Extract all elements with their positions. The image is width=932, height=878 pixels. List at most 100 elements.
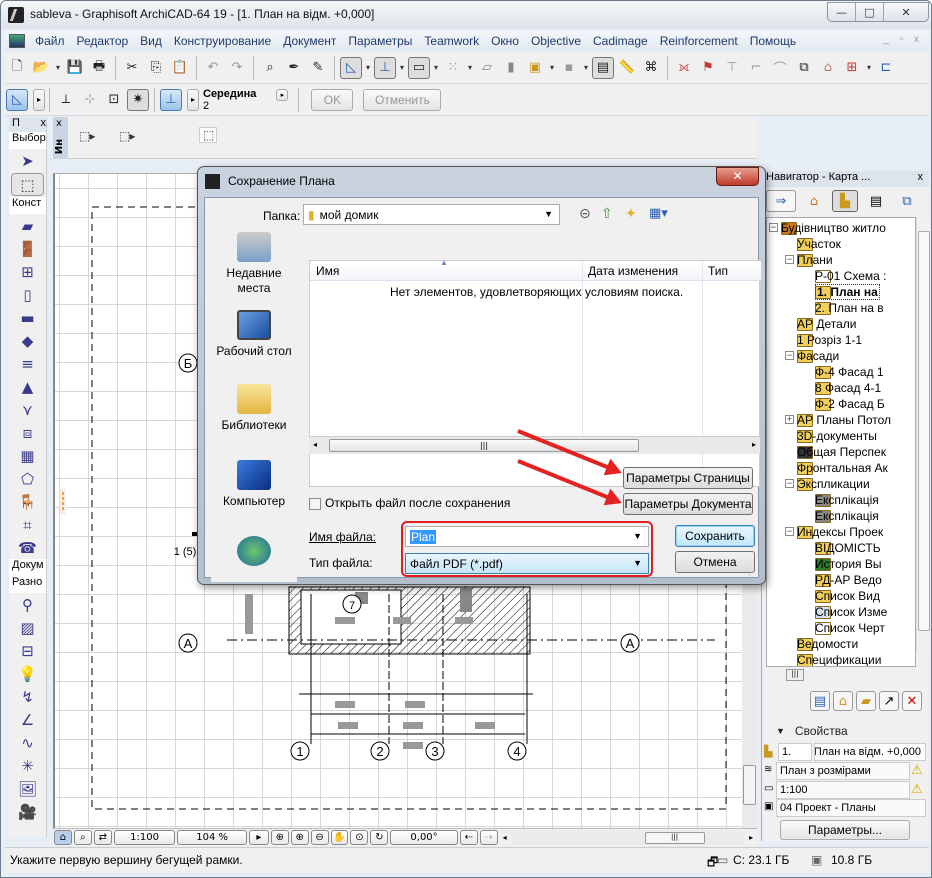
zone-tool-icon[interactable]: ⌗ [9, 513, 46, 536]
minimize-button[interactable]: — [828, 3, 856, 21]
canvas-horizontal-scrollbar[interactable]: ||| [510, 830, 746, 845]
column-tool-icon[interactable]: ▯ [9, 283, 46, 306]
camera-tool-icon[interactable]: 🎥 [9, 800, 46, 823]
corner-window-tool-icon[interactable]: ⊟ [9, 639, 46, 662]
layers-icon[interactable]: ▣ [524, 57, 546, 79]
column-name[interactable]: Имя [316, 264, 339, 278]
column-date-modified[interactable]: Дата изменения [588, 264, 678, 278]
menu-teamwork[interactable]: Teamwork [418, 34, 485, 48]
layer-combination-field[interactable]: План з розмірами [776, 762, 910, 780]
marquee-shape-icon[interactable]: ⬚ [199, 127, 218, 143]
tree-item[interactable]: Ф-4 Фасад 1 [815, 364, 884, 380]
roof-tool-icon[interactable]: ▲ [9, 375, 46, 398]
expand-icon[interactable]: + [785, 415, 794, 424]
snap-flyout-button[interactable]: ▸ [187, 88, 199, 111]
ok-button[interactable]: OK [311, 88, 354, 111]
angle-field[interactable]: 0,00° [390, 830, 458, 845]
scale-field[interactable]: 1:100 [113, 830, 176, 845]
tree-hscroll-thumb[interactable]: ||| [786, 669, 804, 681]
snap-dropdown-icon[interactable]: ▾ [397, 63, 407, 72]
grid-dots-icon[interactable]: ⁙ [442, 57, 464, 79]
navigator-close-button[interactable]: x [918, 171, 924, 187]
collapse-icon[interactable]: − [785, 255, 794, 264]
zoom-out-icon[interactable]: ⊖ [310, 830, 329, 845]
magic-wand-icon[interactable]: ✷ [127, 88, 149, 111]
tree-item[interactable]: РД-АР Ведо [815, 572, 882, 588]
snap-points-icon[interactable]: ⊥ [374, 56, 396, 79]
file-list-scroll-thumb[interactable]: ||| [329, 439, 639, 452]
folder-combo[interactable]: ▮ мой домик ▼ [303, 204, 560, 225]
up-folder-icon[interactable]: ⇧ [601, 206, 613, 222]
morph-tool-icon[interactable]: ⬠ [9, 467, 46, 490]
open-view-icon[interactable]: ↗ [879, 691, 899, 711]
tree-item[interactable]: ВІДОМІСТЬ [815, 540, 881, 556]
grid-dots-dropdown-icon[interactable]: ▾ [465, 63, 475, 72]
undo-icon[interactable]: ↶ [202, 57, 224, 79]
tree-item[interactable]: Фронтальная Ак [797, 460, 888, 476]
figure-tool-icon[interactable]: 🖼 [9, 777, 46, 800]
navigator-publish-icon[interactable]: ⇒ [766, 190, 796, 212]
tree-horizontal-scrollbar[interactable]: ||| [766, 667, 916, 683]
place-recent[interactable]: Недавние места [211, 232, 297, 296]
project-map-icon[interactable]: ⌂ [801, 190, 827, 212]
window-tool-icon[interactable]: ⊞ [9, 260, 46, 283]
pick-up-eyedropper-icon[interactable]: ✒ [283, 57, 305, 79]
open-dropdown-icon[interactable]: ▾ [53, 63, 63, 72]
menu-edit[interactable]: Редактор [71, 34, 135, 48]
marquee-single-icon[interactable]: ⬚▸ [79, 129, 95, 143]
element-icon[interactable]: ▪ [558, 57, 580, 79]
tree-item[interactable]: Индексы Проек [797, 524, 883, 540]
infobox-close-button[interactable]: x [56, 118, 62, 129]
document-setup-button[interactable]: Параметры Документа [623, 493, 753, 515]
hscroll-right-arrow[interactable]: ▸ [745, 833, 757, 842]
new-view-icon[interactable]: ⌂ [833, 691, 853, 711]
view-settings-icon[interactable]: ▤ [810, 691, 830, 711]
grid-dropdown-icon[interactable]: ▾ [431, 63, 441, 72]
lamp-light-tool-icon[interactable]: 💡 [9, 662, 46, 685]
menu-reinforcement[interactable]: Reinforcement [654, 34, 744, 48]
print-icon[interactable]: 🖶 [88, 57, 110, 79]
collapse-icon[interactable]: − [785, 351, 794, 360]
zoom-in-icon[interactable]: ⊕ [290, 830, 309, 845]
guide-line-mode-icon[interactable]: ◺ [6, 88, 28, 111]
element-dropdown-icon[interactable]: ▾ [581, 63, 591, 72]
menu-objective[interactable]: Objective [525, 34, 587, 48]
mdi-window-controls[interactable]: _ ▫ x [883, 34, 923, 45]
next-zoom-icon[interactable]: ⇢ [479, 830, 498, 845]
toolbox-close-button[interactable]: x [41, 117, 47, 132]
layout-book-icon[interactable]: ▤ [863, 190, 889, 212]
spline-tool-icon[interactable]: ∿ [9, 731, 46, 754]
paste-icon[interactable]: 📋 [169, 57, 191, 79]
zoom-plus-minus-icon[interactable]: ⊕ [270, 830, 289, 845]
view-menu-icon[interactable]: ▦▾ [649, 206, 668, 221]
cut-icon[interactable]: ✂ [121, 57, 143, 79]
cancel-edit-button[interactable]: Отменить [363, 88, 442, 111]
previous-zoom-icon[interactable]: ⇠ [459, 830, 478, 845]
view-parameters-button[interactable]: Параметры... [780, 820, 910, 840]
properties-toggle[interactable]: ▼ Свойства [762, 721, 930, 741]
object-tool-icon[interactable]: 🪑 [9, 490, 46, 513]
menu-file[interactable]: Файл [29, 34, 71, 48]
tree-item[interactable]: 1. План на [815, 284, 880, 300]
tree-item[interactable]: АР Планы Потол [797, 412, 891, 428]
collapse-icon[interactable]: − [785, 527, 794, 536]
adjust-icon[interactable]: ⚑ [697, 57, 719, 79]
pen-set-field[interactable]: 04 Проект - Планы [776, 799, 926, 817]
tree-item[interactable]: Экспликации [797, 476, 870, 492]
layer-combo-icon[interactable]: ⇄ [93, 830, 112, 845]
cancel-button[interactable]: Отмена [675, 551, 755, 573]
split-icon[interactable]: ⟗ [673, 57, 695, 79]
beam-tool-icon[interactable]: ▬ [9, 306, 46, 329]
menu-document[interactable]: Документ [277, 34, 342, 48]
marquee-all-floors-icon[interactable]: ⬚▸ [119, 129, 135, 143]
door-tool-icon[interactable]: 🚪 [9, 237, 46, 260]
perpendicular-icon[interactable]: ⟂ [55, 89, 77, 111]
tree-item[interactable]: АР Детали [797, 316, 856, 332]
tree-item[interactable]: P-01 Схема : [815, 268, 886, 284]
place-computer[interactable]: Компьютер [211, 460, 297, 509]
delete-view-icon[interactable]: ✕ [902, 691, 922, 711]
place-network[interactable] [211, 536, 297, 570]
guide-flyout-button[interactable]: ▸ [33, 88, 45, 111]
menu-help[interactable]: Помощь [744, 34, 802, 48]
maximize-button[interactable]: □ [856, 3, 884, 21]
